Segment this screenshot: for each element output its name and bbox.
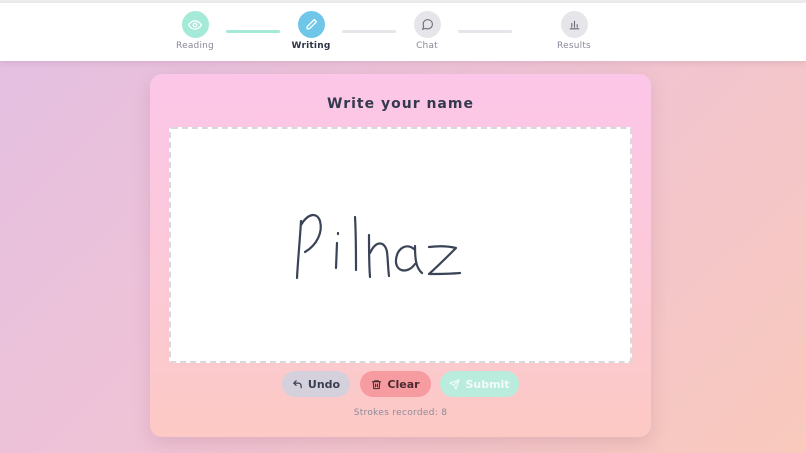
step-writing-circle — [297, 11, 325, 38]
step-results-label: Results — [557, 41, 591, 51]
step-reading: Reading — [155, 11, 235, 51]
undo-icon — [293, 379, 302, 388]
undo-button[interactable]: Undo — [282, 371, 350, 397]
drawing-canvas[interactable] — [169, 127, 632, 363]
step-writing-label: Writing — [291, 41, 331, 51]
eye-icon — [188, 19, 202, 30]
step-chat-circle — [413, 11, 441, 38]
step-reading-label: Reading — [176, 41, 214, 51]
step-chat: Chat — [387, 11, 467, 51]
clear-button[interactable]: Clear — [360, 371, 431, 397]
trash-icon — [372, 379, 382, 389]
writing-card: Write your name Undo Clear Submit Stroke… — [150, 74, 651, 437]
step-chat-label: Chat — [416, 41, 438, 51]
clear-button-label: Clear — [387, 377, 420, 391]
bar-chart-icon — [569, 20, 579, 30]
pencil-icon — [306, 18, 317, 30]
connector-chat-results — [458, 30, 512, 33]
undo-button-label: Undo — [307, 377, 341, 391]
step-reading-circle — [181, 11, 209, 38]
step-writing: Writing — [271, 11, 351, 51]
strokes-status: Strokes recorded: 8 — [353, 408, 448, 418]
progress-header: Reading Writing Chat Results — [0, 3, 806, 61]
card-title: Write your name — [327, 96, 474, 112]
submit-button-label: Submit — [465, 377, 510, 391]
send-icon — [449, 378, 461, 390]
step-results: Results — [534, 11, 614, 51]
handwriting-strokes — [295, 214, 462, 280]
chat-bubble-icon — [421, 19, 433, 30]
step-results-circle — [560, 11, 588, 38]
submit-button[interactable]: Submit — [440, 371, 519, 397]
